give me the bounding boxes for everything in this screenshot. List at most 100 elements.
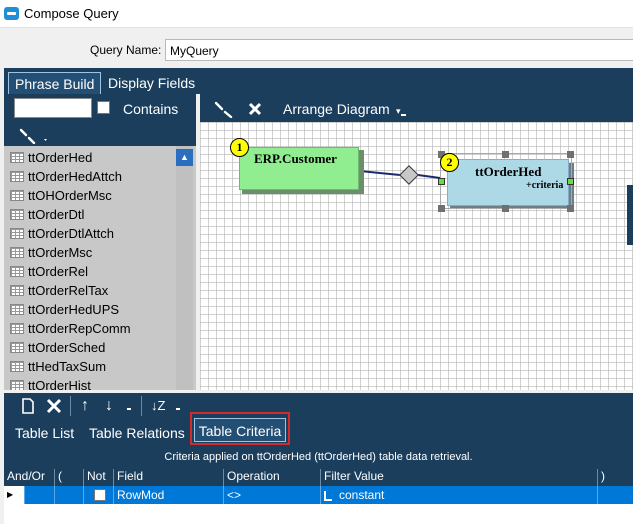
move-down-icon[interactable]: ↓ <box>105 395 113 417</box>
column-header[interactable]: ( <box>54 469 62 486</box>
delete-icon[interactable] <box>247 101 263 117</box>
criteria-toolbar: ↑ ↓ ↓Z <box>4 393 633 419</box>
left-toolbar <box>4 122 196 146</box>
table-list-item-label: ttOrderMsc <box>28 245 93 260</box>
table-list-item[interactable]: ttOrderDtl <box>8 205 178 224</box>
sort-icon[interactable]: ↓Z <box>151 395 165 417</box>
table-list-item-label: ttOrderHed <box>28 150 93 165</box>
table-list-item-label: ttOrderDtlAttch <box>28 226 114 241</box>
cell-not[interactable] <box>83 486 113 504</box>
delete-icon[interactable] <box>46 398 62 414</box>
table-list-item-label: ttOrderHedUPS <box>28 302 120 317</box>
scroll-up-icon[interactable]: ▲ <box>176 149 193 166</box>
cell-paren-open[interactable] <box>54 486 58 504</box>
table-list-item[interactable]: ttOrderRel <box>8 262 178 281</box>
tab-display-fields[interactable]: Display Fields <box>102 72 201 94</box>
row-indicator-icon: ▶ <box>4 486 24 504</box>
column-header[interactable]: Operation <box>223 469 280 486</box>
resize-handle[interactable] <box>502 205 509 212</box>
column-header[interactable]: Field <box>113 469 143 486</box>
overflow-icon[interactable] <box>127 408 131 410</box>
resize-handle[interactable] <box>567 205 574 212</box>
cell-paren-close[interactable] <box>597 486 601 504</box>
table-icon <box>10 285 24 296</box>
table-icon <box>10 190 24 201</box>
table-list-item[interactable]: ttOHOrderMsc <box>8 186 178 205</box>
app-icon <box>4 7 19 20</box>
table-list-item-label: ttOrderDtl <box>28 207 85 222</box>
table-list-item[interactable]: ttOrderHedUPS <box>8 300 178 319</box>
connection-handle[interactable] <box>438 178 445 185</box>
table-icon <box>10 266 24 277</box>
table-list-item[interactable]: ttOrderDtlAttch <box>8 224 178 243</box>
constant-icon <box>324 491 332 501</box>
table-list-item-label: ttOrderRepComm <box>28 321 131 336</box>
move-up-icon[interactable]: ↑ <box>81 395 89 417</box>
tab-table-relations[interactable]: Table Relations <box>89 425 185 441</box>
table-list-item-label: ttOrderHedAttch <box>28 169 122 184</box>
filter-value-text: constant <box>339 488 385 502</box>
panel-edge <box>627 185 633 245</box>
query-name-label: Query Name: <box>90 43 162 57</box>
resize-handle[interactable] <box>438 205 445 212</box>
link-icon[interactable] <box>213 100 235 118</box>
diagram-node-erp-customer[interactable]: ERP.Customer <box>239 147 359 190</box>
connection-handle[interactable] <box>567 178 574 185</box>
table-list-item[interactable]: ttOrderHist <box>8 376 178 390</box>
table-list-item[interactable]: ttOrderMsc <box>8 243 178 262</box>
table-list-scrollbar[interactable] <box>176 146 193 390</box>
cell-operation[interactable]: <> <box>223 486 241 504</box>
resize-handle[interactable] <box>567 151 574 158</box>
node-title: ERP.Customer <box>254 151 337 166</box>
table-icon <box>10 380 24 390</box>
overflow-icon[interactable] <box>176 408 180 410</box>
tab-phrase-build[interactable]: Phrase Build <box>8 72 102 94</box>
table-icon <box>10 228 24 239</box>
table-icon <box>10 361 24 372</box>
link-dropdown-icon[interactable] <box>18 126 48 144</box>
cell-filter-value[interactable]: constant <box>320 486 597 504</box>
table-list-item-label: ttOrderRelTax <box>28 283 109 298</box>
column-header[interactable]: Filter Value <box>320 469 384 486</box>
column-header[interactable]: Not <box>83 469 106 486</box>
selection-box <box>440 153 572 209</box>
toolbar-overflow-icon[interactable] <box>401 114 406 116</box>
not-checkbox[interactable] <box>94 489 106 501</box>
table-list-item[interactable]: ttOrderSched <box>8 338 178 357</box>
column-header[interactable]: And/Or <box>4 469 45 486</box>
criteria-caption: Criteria applied on ttOrderHed (ttOrderH… <box>4 446 633 468</box>
table-list-item[interactable]: ttOrderHed <box>8 148 178 167</box>
arrange-diagram-label: Arrange Diagram <box>283 101 390 117</box>
resize-handle[interactable] <box>502 151 509 158</box>
column-header[interactable]: ) <box>597 469 605 486</box>
table-icon <box>10 171 24 182</box>
table-list-item[interactable]: ttOrderRepComm <box>8 319 178 338</box>
table-icon <box>10 323 24 334</box>
query-name-input[interactable]: MyQuery <box>165 39 633 61</box>
table-list-item-label: ttOHOrderMsc <box>28 188 112 203</box>
arrange-diagram-button[interactable]: Arrange Diagram ▾ <box>283 101 401 117</box>
contains-label: Contains <box>123 101 179 117</box>
table-icon <box>10 247 24 258</box>
table-icon <box>10 209 24 220</box>
table-list-item[interactable]: ttOrderRelTax <box>8 281 178 300</box>
tab-table-list[interactable]: Table List <box>15 425 74 441</box>
table-list-item[interactable]: ttOrderHedAttch <box>8 167 178 186</box>
table-search-input[interactable] <box>14 98 92 118</box>
cell-and-or[interactable] <box>24 486 28 504</box>
chevron-down-icon: ▾ <box>393 106 401 116</box>
table-icon <box>10 342 24 353</box>
table-list-item-label: ttHedTaxSum <box>28 359 107 374</box>
contains-checkbox[interactable] <box>97 101 110 114</box>
table-icon <box>10 152 24 163</box>
new-icon[interactable] <box>20 398 36 414</box>
tab-table-criteria[interactable]: Table Criteria <box>194 418 286 442</box>
table-row[interactable]: ▶ RowMod <> constant <box>4 486 633 504</box>
diagram-canvas[interactable]: ERP.Customer 1 ttOrderHed +criteria 2 <box>200 122 633 390</box>
node-number-badge: 2 <box>440 153 459 172</box>
cell-field[interactable]: RowMod <box>113 486 164 504</box>
table-icon <box>10 304 24 315</box>
criteria-grid-empty-area <box>4 504 633 524</box>
table-list-item[interactable]: ttHedTaxSum <box>8 357 178 376</box>
window-title: Compose Query <box>24 6 119 21</box>
